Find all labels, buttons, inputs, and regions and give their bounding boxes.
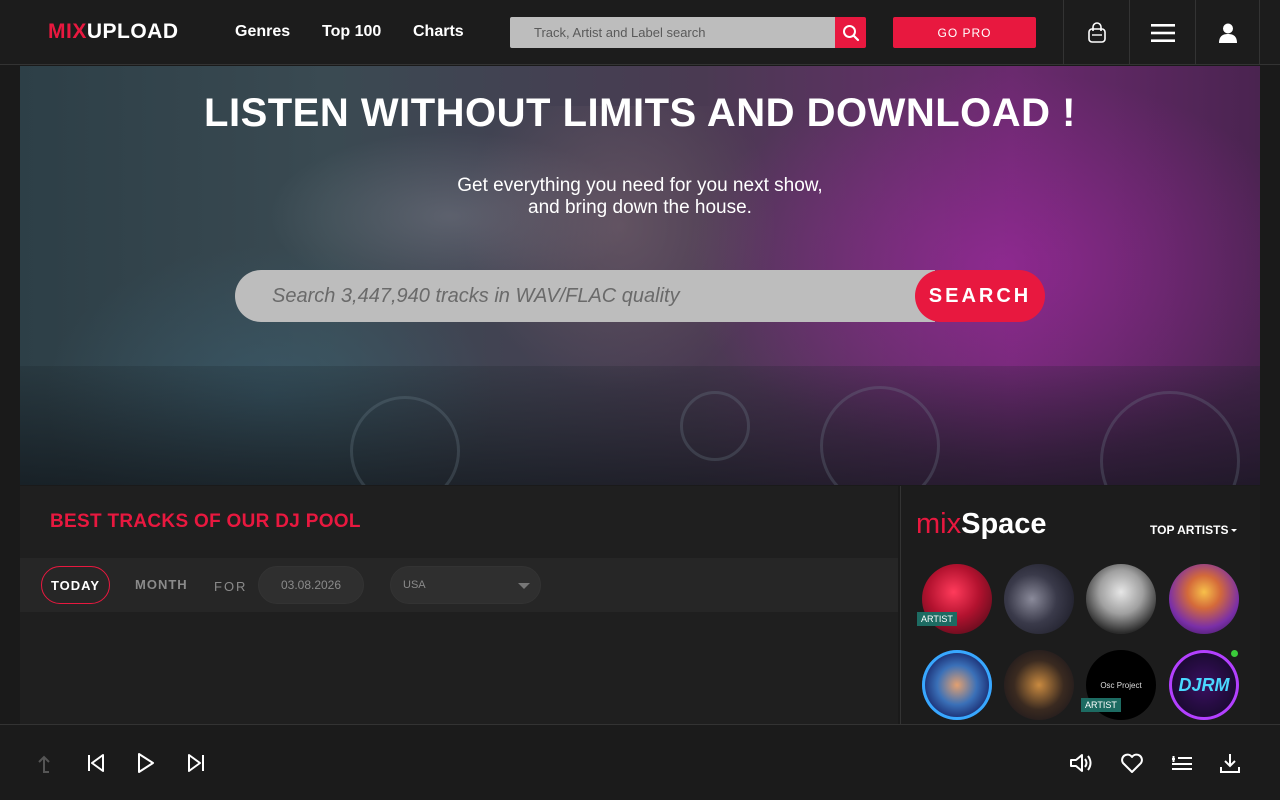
mixspace-title-mix: mix <box>916 508 962 540</box>
download-button[interactable] <box>1216 749 1244 777</box>
user-icon <box>1218 23 1237 43</box>
add-to-playlist-button[interactable] <box>1168 749 1196 777</box>
next-track-button[interactable] <box>182 749 210 777</box>
cart-button[interactable] <box>1063 0 1129 65</box>
previous-track-button[interactable] <box>82 749 110 777</box>
deck-platter <box>350 396 460 485</box>
player-bar <box>0 724 1280 800</box>
artist-avatar[interactable] <box>1086 564 1156 634</box>
share-button[interactable] <box>32 749 60 777</box>
heart-icon <box>1121 753 1143 773</box>
account-button[interactable] <box>1195 0 1260 65</box>
hero-dj-deck <box>20 366 1260 485</box>
artist-avatar[interactable] <box>1004 650 1074 720</box>
country-select-value: USA <box>403 579 426 591</box>
hero-title: LISTEN WITHOUT LIMITS AND DOWNLOAD ! <box>204 91 1076 135</box>
hero-search-button[interactable]: SEARCH <box>915 270 1045 322</box>
mixspace-panel: mixSpace TOP ARTISTS ARTIST Osc Project … <box>900 486 1260 726</box>
artist-avatar[interactable]: DJRM <box>1169 650 1239 720</box>
filter-today-tab[interactable]: TODAY <box>41 566 110 604</box>
hero-subtitle: Get everything you need for you next sho… <box>20 175 1260 219</box>
search-icon <box>842 24 859 41</box>
logo-upload-text: UPLOAD <box>86 20 179 43</box>
hero-dj-image <box>450 106 790 406</box>
artist-badge: ARTIST <box>1081 698 1121 712</box>
share-icon <box>38 755 50 773</box>
top-artists-dropdown[interactable]: TOP ARTISTS <box>1150 523 1238 537</box>
artist-avatar-text: DJRM <box>1178 674 1230 695</box>
volume-icon <box>1070 754 1092 772</box>
artist-avatar[interactable] <box>1004 564 1074 634</box>
mixspace-title-space: Space <box>961 508 1047 540</box>
filter-month-tab[interactable]: MONTH <box>135 577 188 592</box>
artist-badge: ARTIST <box>917 612 957 626</box>
artist-avatar[interactable] <box>1169 564 1239 634</box>
play-button[interactable] <box>131 749 159 777</box>
header-search-input[interactable] <box>510 17 836 48</box>
volume-button[interactable] <box>1068 749 1096 777</box>
hero-subtitle-line: Get everything you need for you next sho… <box>457 175 823 196</box>
logo-mix-text: MIX <box>48 20 87 43</box>
go-pro-button[interactable]: GO PRO <box>893 17 1036 48</box>
playlist-add-icon <box>1172 756 1192 770</box>
tracks-filter-bar: TODAY MONTH FOR 03.08.2026 USA <box>20 558 898 612</box>
artist-avatar-text: Osc Project <box>1100 680 1142 690</box>
nav-top-100[interactable]: Top 100 <box>322 23 381 41</box>
best-tracks-title: BEST TRACKS OF OUR DJ POOL <box>50 511 361 532</box>
country-select[interactable]: USA <box>390 566 541 604</box>
main-menu-button[interactable] <box>1129 0 1195 65</box>
hero-banner: LISTEN WITHOUT LIMITS AND DOWNLOAD ! Get… <box>20 66 1260 485</box>
skip-next-icon <box>188 754 204 772</box>
deck-knob <box>680 391 750 461</box>
mixupload-logo[interactable]: MIXUPLOAD <box>48 20 179 44</box>
play-icon <box>138 753 154 773</box>
chevron-down-icon <box>518 583 530 589</box>
hero-search-input[interactable] <box>235 270 935 322</box>
nav-genres[interactable]: Genres <box>235 23 290 41</box>
skip-previous-icon <box>88 754 104 772</box>
deck-platter <box>1100 391 1240 485</box>
menu-icon <box>1150 23 1175 42</box>
download-icon <box>1220 754 1240 773</box>
nav-charts[interactable]: Charts <box>413 23 464 41</box>
filter-for-label: FOR <box>214 579 248 594</box>
date-picker[interactable]: 03.08.2026 <box>258 566 364 604</box>
top-header: MIXUPLOAD Genres Top 100 Charts GO PRO <box>0 0 1280 65</box>
deck-platter <box>820 386 940 485</box>
caret-down-icon <box>1231 529 1238 533</box>
best-tracks-panel: BEST TRACKS OF OUR DJ POOL TODAY MONTH F… <box>20 486 898 726</box>
favorite-button[interactable] <box>1118 749 1146 777</box>
mixspace-title: mixSpace <box>916 508 1047 541</box>
header-search-button[interactable] <box>835 17 866 48</box>
hero-subtitle-line: and bring down the house. <box>528 197 752 218</box>
online-status-dot <box>1231 650 1238 657</box>
artist-avatar[interactable] <box>922 650 992 720</box>
bag-icon <box>1087 21 1106 43</box>
top-artists-label: TOP ARTISTS <box>1150 523 1229 537</box>
